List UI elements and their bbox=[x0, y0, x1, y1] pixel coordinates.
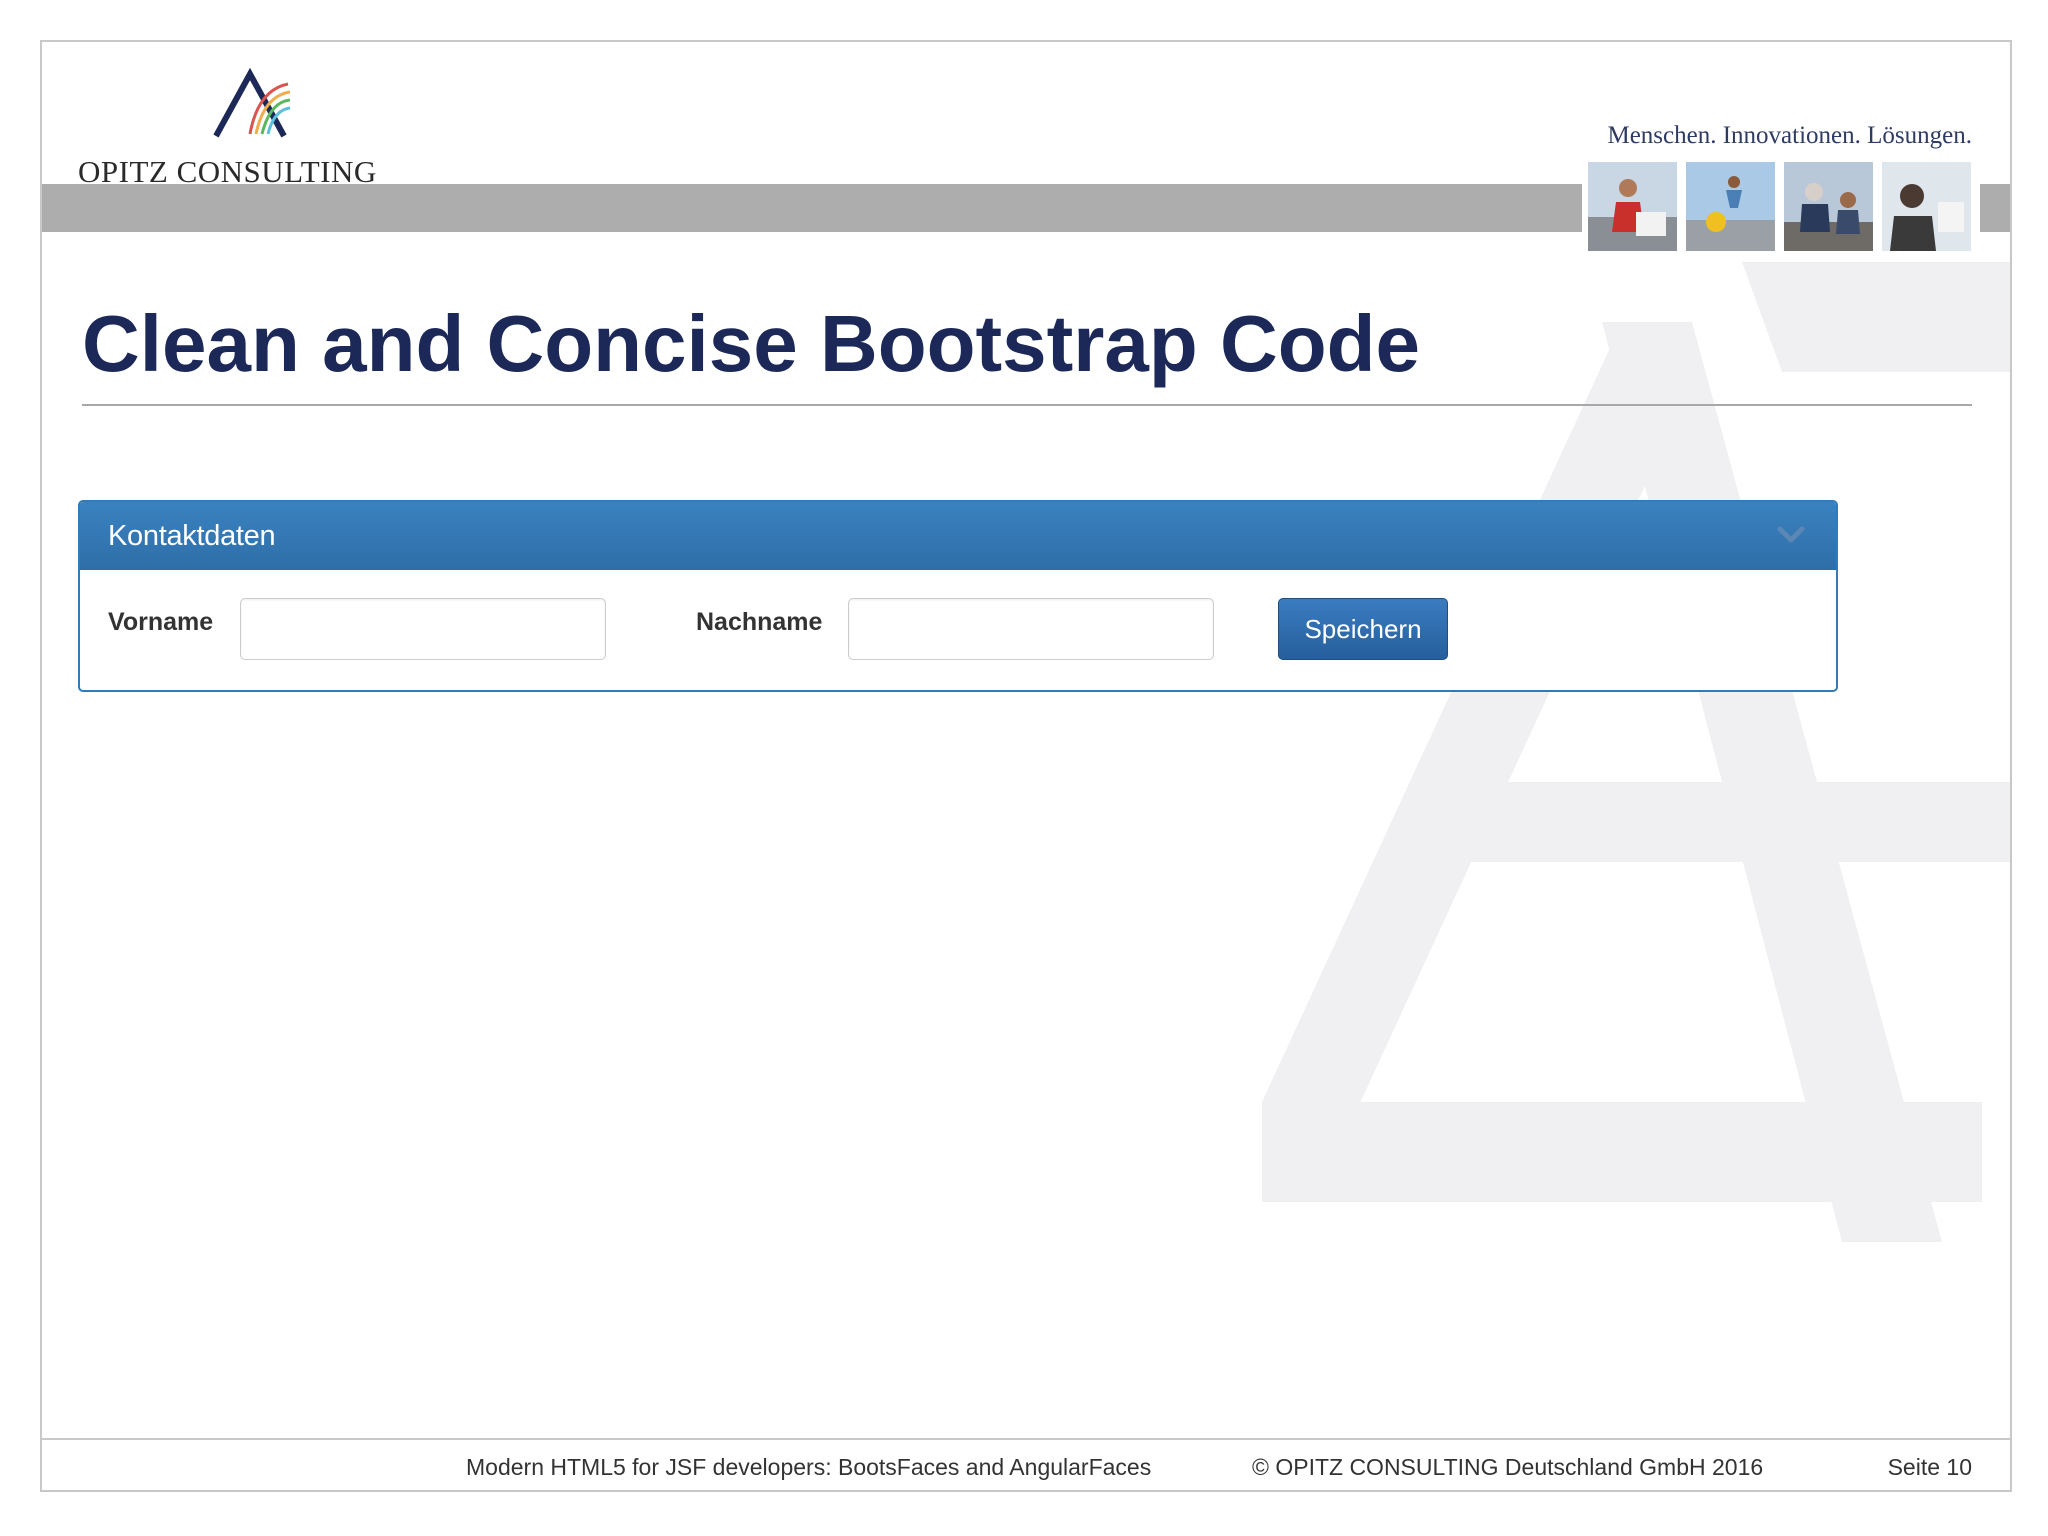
slide: OPITZ CONSULTING Menschen. Innovationen.… bbox=[40, 40, 2012, 1492]
photo-man bbox=[1882, 162, 1971, 251]
footer-presentation-title: Modern HTML5 for JSF developers: BootsFa… bbox=[466, 1454, 1152, 1480]
first-name-label: Vorname bbox=[108, 608, 214, 636]
panel-body: Vorname Nachname Speichern bbox=[80, 570, 1836, 690]
panel-heading[interactable]: Kontaktdaten bbox=[80, 502, 1836, 570]
first-name-input[interactable] bbox=[240, 598, 606, 660]
save-button[interactable]: Speichern bbox=[1278, 598, 1448, 660]
last-name-label: Nachname bbox=[696, 608, 823, 636]
watermark-logo bbox=[1262, 262, 2010, 1242]
last-name-input[interactable] bbox=[848, 598, 1214, 660]
photo-woman bbox=[1588, 162, 1677, 251]
slide-title: Clean and Concise Bootstrap Code bbox=[82, 299, 1420, 388]
tagline: Menschen. Innovationen. Lösungen. bbox=[1607, 122, 1972, 149]
footer-page-number: Seite 10 bbox=[1887, 1454, 1972, 1480]
photo-family bbox=[1784, 162, 1873, 251]
header-bar-end bbox=[1980, 184, 2010, 232]
footer-divider bbox=[42, 1438, 2010, 1440]
company-logo: OPITZ CONSULTING bbox=[78, 68, 398, 189]
contact-panel: Kontaktdaten Vorname Nachname Speichern bbox=[78, 500, 1838, 692]
chevron-down-icon[interactable] bbox=[1776, 524, 1806, 546]
header-bar bbox=[42, 184, 1582, 232]
header-photos bbox=[1588, 162, 1971, 251]
title-divider bbox=[82, 404, 1972, 406]
photo-jumping-child bbox=[1686, 162, 1775, 251]
logo-triangle-icon bbox=[213, 68, 290, 138]
footer-copyright: © OPITZ CONSULTING Deutschland GmbH 2016 bbox=[1252, 1454, 1764, 1480]
panel-title: Kontaktdaten bbox=[108, 520, 276, 552]
